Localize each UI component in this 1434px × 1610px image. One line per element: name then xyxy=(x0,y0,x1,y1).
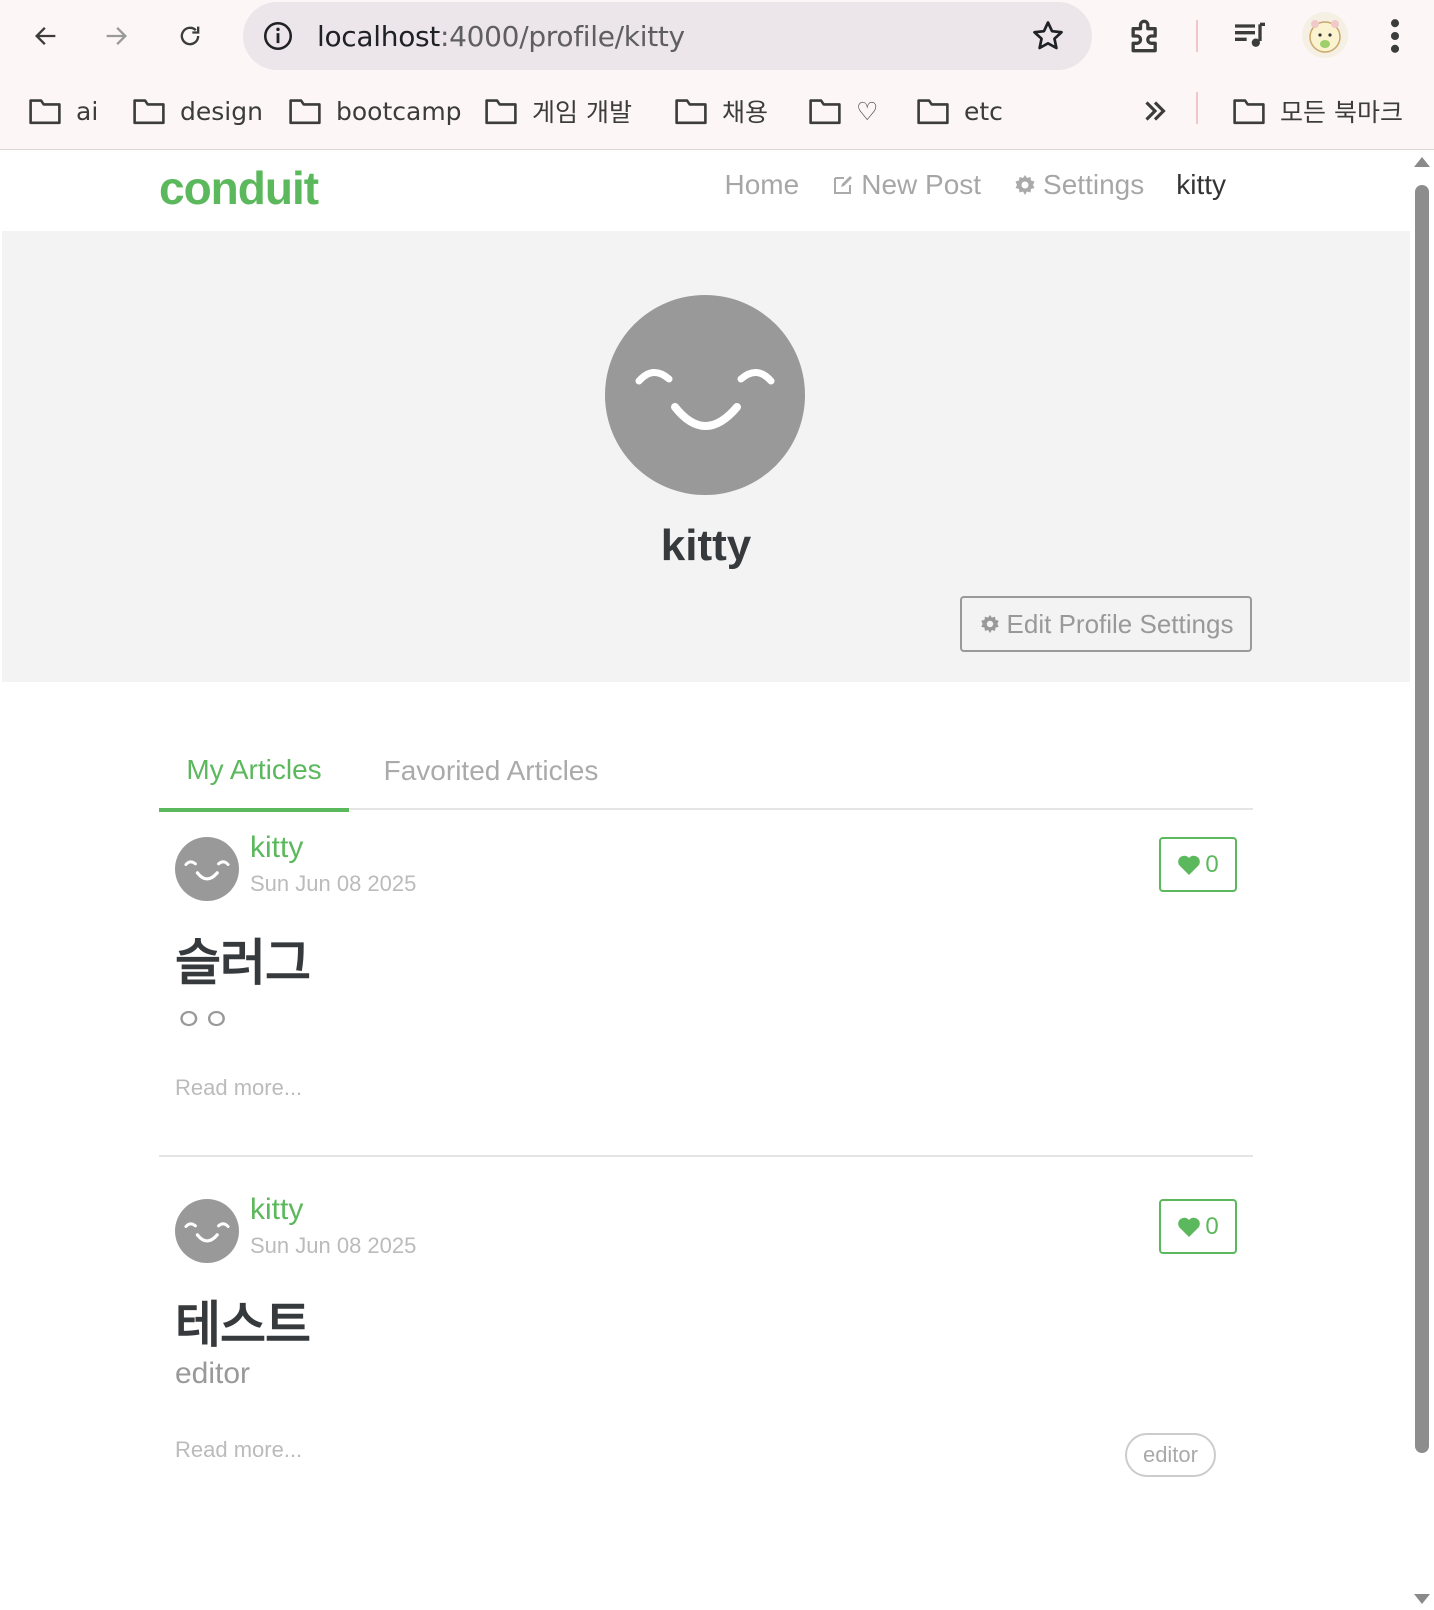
nav-link-label: New Post xyxy=(861,169,982,200)
profile-avatar-button[interactable] xyxy=(1302,12,1348,58)
tab-favorited-articles[interactable]: Favorited Articles xyxy=(349,731,633,810)
favorite-count: 0 xyxy=(1205,1212,1219,1240)
chevron-double-right-icon[interactable] xyxy=(1138,94,1172,128)
article-description: editor xyxy=(175,1357,251,1390)
folder-icon xyxy=(289,99,321,125)
folder-icon xyxy=(917,99,949,125)
nav-link-label: Settings xyxy=(1043,169,1145,200)
nav-link-label: Home xyxy=(724,169,800,200)
bookmark-folder-design[interactable]: design xyxy=(132,86,263,136)
toolbar-divider xyxy=(1196,20,1198,52)
read-more-link[interactable]: Read more... xyxy=(175,1437,302,1463)
favorite-count: 0 xyxy=(1205,850,1219,878)
article-tabs: My Articles Favorited Articles xyxy=(159,731,1253,812)
address-bar[interactable]: localhost:4000/profile/kitty xyxy=(243,2,1092,70)
bookmark-folder-etc[interactable]: etc xyxy=(916,86,1003,136)
scroll-up-arrow[interactable] xyxy=(1414,157,1430,167)
article-divider xyxy=(159,1155,1253,1157)
bookmark-folder-hiring[interactable]: 채용 xyxy=(674,86,768,136)
url-path: :4000/profile/kitty xyxy=(440,20,685,53)
back-button[interactable] xyxy=(24,14,68,58)
site-navbar: conduit Home New Post Settings kitty xyxy=(2,151,1410,231)
folder-icon xyxy=(809,99,841,125)
gear-icon xyxy=(980,614,999,634)
folder-icon xyxy=(675,99,707,125)
url-text[interactable]: localhost:4000/profile/kitty xyxy=(317,20,685,53)
extensions-icon[interactable] xyxy=(1124,14,1168,58)
bookmark-label: 모든 북마크 xyxy=(1280,98,1403,127)
gear-icon xyxy=(1015,175,1035,195)
author-avatar[interactable] xyxy=(175,837,239,901)
arrow-left-icon xyxy=(35,27,56,45)
bookmarks-bar: ai design bootcamp 게임 개발 채용 ♡ etc 모든 북마크 xyxy=(0,86,1434,136)
bookmark-folder-heart[interactable]: ♡ xyxy=(808,86,878,136)
bookmark-folder-ai[interactable]: ai xyxy=(28,86,98,136)
tab-my-articles[interactable]: My Articles xyxy=(159,731,349,812)
bookmark-label: design xyxy=(180,96,263,126)
page-viewport: conduit Home New Post Settings kitty kit… xyxy=(2,151,1410,1610)
smiley-face-icon xyxy=(184,1222,230,1243)
all-bookmarks-button[interactable]: 모든 북마크 xyxy=(1232,86,1403,136)
tag-pill[interactable]: editor xyxy=(1124,1433,1216,1477)
more-menu-icon[interactable] xyxy=(1380,14,1410,58)
reload-button[interactable] xyxy=(168,14,212,58)
nav-links: Home New Post Settings kitty xyxy=(725,169,1226,201)
forward-button[interactable] xyxy=(94,14,138,58)
folder-icon xyxy=(29,99,61,125)
article-date: Sun Jun 08 2025 xyxy=(250,871,417,896)
profile-username: kitty xyxy=(660,521,752,570)
favorite-button[interactable]: 0 xyxy=(1159,837,1237,892)
author-name-link[interactable]: kitty xyxy=(250,1193,303,1227)
brand-logo[interactable]: conduit xyxy=(159,161,319,215)
bookmark-label: 게임 개발 xyxy=(532,98,632,127)
heart-icon xyxy=(1178,1217,1201,1237)
heart-icon xyxy=(1178,855,1201,875)
article-date: Sun Jun 08 2025 xyxy=(250,1233,417,1258)
reload-icon xyxy=(180,26,200,46)
site-info-icon[interactable] xyxy=(261,19,295,53)
folder-icon xyxy=(133,99,165,125)
folder-icon xyxy=(1233,99,1265,125)
author-name-link[interactable]: kitty xyxy=(250,831,303,865)
author-avatar[interactable] xyxy=(175,1199,239,1263)
read-more-link[interactable]: Read more... xyxy=(175,1075,302,1101)
nav-new-post-link[interactable]: New Post xyxy=(831,169,981,201)
profile-banner: kitty Edit Profile Settings xyxy=(2,231,1410,682)
scrollbar-thumb[interactable] xyxy=(1415,185,1429,1453)
bookmark-label: 채용 xyxy=(722,98,769,127)
page-scrollbar[interactable] xyxy=(1410,151,1434,1610)
smiley-face-icon xyxy=(184,860,230,881)
scroll-down-arrow[interactable] xyxy=(1414,1594,1430,1604)
nav-profile-link[interactable]: kitty xyxy=(1176,169,1226,201)
nav-home-link[interactable]: Home xyxy=(725,169,800,201)
edit-profile-settings-button[interactable]: Edit Profile Settings xyxy=(960,596,1252,652)
bookmark-label: ai xyxy=(76,96,99,126)
hamster-avatar-icon xyxy=(1309,20,1341,53)
smiley-face-icon xyxy=(635,369,775,430)
bookmarks-divider xyxy=(1196,92,1198,124)
nav-settings-link[interactable]: Settings xyxy=(1013,169,1144,201)
folder-icon xyxy=(485,99,517,125)
bookmark-folder-game-dev[interactable]: 게임 개발 xyxy=(484,86,632,136)
browser-toolbar: localhost:4000/profile/kitty ai design b… xyxy=(0,0,1434,150)
bookmark-star-icon[interactable] xyxy=(1030,18,1066,54)
nav-link-label: kitty xyxy=(1176,169,1226,200)
arrow-right-icon xyxy=(106,27,127,45)
bookmark-label: ♡ xyxy=(856,96,879,126)
compose-icon xyxy=(834,176,853,194)
bookmark-folder-bootcamp[interactable]: bootcamp xyxy=(288,86,462,136)
favorite-button[interactable]: 0 xyxy=(1159,1199,1237,1254)
article-description: ㅇㅇ xyxy=(175,1004,231,1037)
bookmark-label: bootcamp xyxy=(336,96,462,126)
profile-avatar xyxy=(605,295,805,495)
article-title[interactable]: 슬러그 xyxy=(175,923,311,995)
edit-profile-label: Edit Profile Settings xyxy=(1006,608,1234,639)
media-queue-icon[interactable] xyxy=(1228,16,1272,56)
url-host: localhost xyxy=(317,20,440,53)
bookmark-label: etc xyxy=(964,96,1003,126)
article-title[interactable]: 테스트 xyxy=(175,1285,311,1357)
